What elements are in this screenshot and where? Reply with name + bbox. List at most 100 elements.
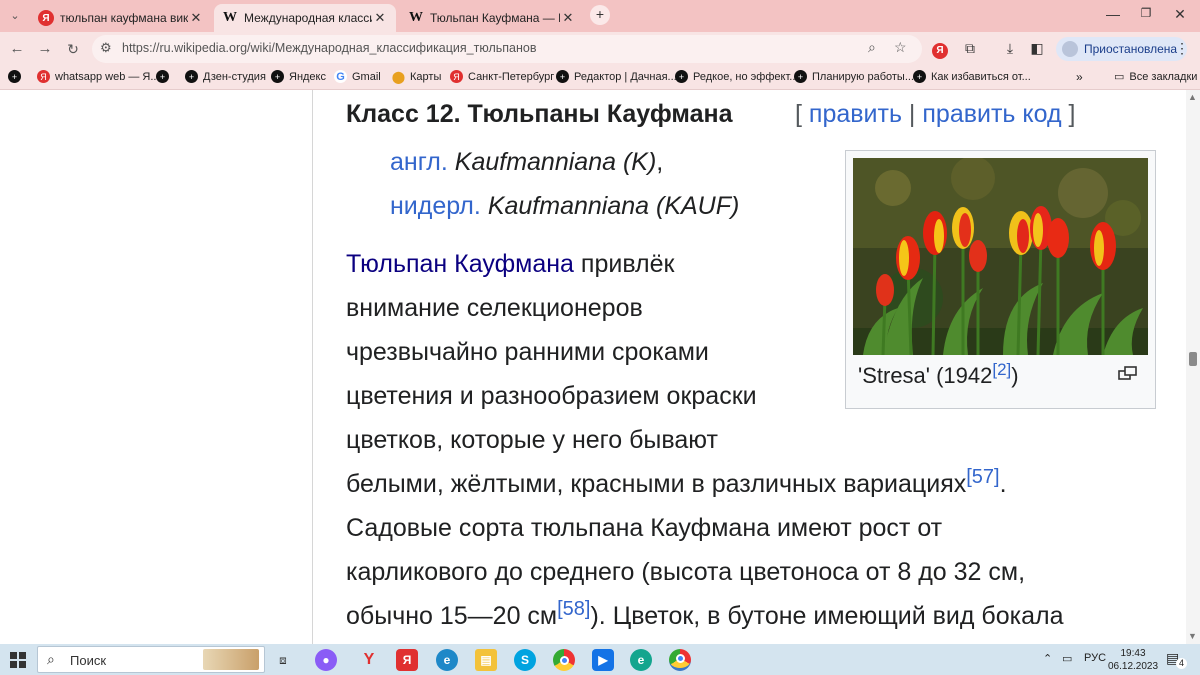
bookmark-maps[interactable]: ⬤ Карты bbox=[391, 69, 442, 84]
yandex-extension-icon[interactable]: Я bbox=[932, 43, 948, 59]
paragraph-line: обычно 15—20 см[58]). Цветок, в бутоне и… bbox=[346, 598, 1064, 630]
reference-link[interactable]: [57] bbox=[966, 466, 999, 488]
scroll-down-icon[interactable]: ▼ bbox=[1188, 631, 1197, 641]
map-pin-icon: ⬤ bbox=[391, 69, 406, 84]
section-heading: Класс 12. Тюльпаны Кауфмана bbox=[346, 100, 733, 128]
tray-expand-icon[interactable]: ⌃ bbox=[1043, 652, 1052, 665]
skype-icon[interactable]: S bbox=[514, 649, 536, 671]
edge-icon[interactable]: e bbox=[436, 649, 458, 671]
bookmark-rare-effective[interactable]: + Редкое, но эффект... bbox=[675, 70, 798, 83]
yandex-icon: Я bbox=[450, 70, 463, 83]
notifications-icon[interactable]: ▤ 4 bbox=[1166, 650, 1187, 669]
edit-link[interactable]: править bbox=[809, 100, 902, 128]
video-app-icon[interactable]: ▶ bbox=[592, 649, 614, 671]
bookmark-gmail[interactable]: G Gmail bbox=[334, 70, 381, 83]
all-bookmarks-button[interactable]: ▭ Все закладки bbox=[1114, 70, 1197, 84]
sidebar-divider bbox=[312, 90, 313, 644]
reference-link[interactable]: [58] bbox=[557, 598, 590, 620]
search-highlight-image bbox=[203, 649, 259, 670]
downloads-icon[interactable]: ⤓ bbox=[1000, 40, 1020, 57]
browser-toolbar: ← → ↻ ⚙ https://ru.wikipedia.org/wiki/Ме… bbox=[0, 32, 1200, 66]
tab-intl-classification[interactable]: W Международная классификация ✕ bbox=[214, 4, 396, 32]
bookmark-blank[interactable]: + bbox=[156, 70, 174, 83]
close-tab-icon[interactable]: ✕ bbox=[372, 10, 388, 26]
bookmark-get-rid[interactable]: + Как избавиться от... bbox=[913, 70, 1031, 83]
page-scrollbar[interactable]: ▲ ▼ bbox=[1186, 90, 1200, 644]
paragraph-line: Садовые сорта тюльпана Кауфмана имеют ро… bbox=[346, 514, 943, 542]
profile-button[interactable]: Приостановлена bbox=[1056, 37, 1188, 61]
folder-icon: ▭ bbox=[1114, 71, 1125, 83]
paragraph-line: внимание селекционеров bbox=[346, 294, 643, 322]
back-icon[interactable]: ← bbox=[6, 38, 28, 60]
chrome-icon[interactable] bbox=[553, 649, 575, 671]
bookmark-star-icon[interactable]: ☆ bbox=[894, 39, 907, 56]
forward-icon[interactable]: → bbox=[34, 38, 56, 60]
scroll-up-icon[interactable]: ▲ bbox=[1188, 92, 1197, 102]
close-tab-icon[interactable]: ✕ bbox=[560, 10, 576, 26]
bookmarks-overflow-icon[interactable]: » bbox=[1076, 70, 1083, 84]
windows-start-icon[interactable] bbox=[10, 652, 26, 668]
system-clock[interactable]: 19:43 06.12.2023 bbox=[1108, 647, 1158, 673]
alice-icon[interactable]: ● bbox=[315, 649, 337, 671]
tab-search-chevron-icon[interactable]: ⌄ bbox=[4, 5, 26, 27]
scrollbar-thumb[interactable] bbox=[1189, 352, 1197, 366]
extensions-icon[interactable]: ⧉ bbox=[960, 40, 980, 57]
tab-yandex-search[interactable]: Я тюльпан кауфмана википедия ✕ bbox=[30, 4, 212, 32]
plus-circle-icon: + bbox=[185, 70, 198, 83]
task-view-icon[interactable]: ⧈ bbox=[272, 649, 294, 671]
lang-label[interactable]: нидерл. bbox=[390, 192, 481, 220]
lang-label[interactable]: англ. bbox=[390, 148, 448, 176]
bookmark-plan-works[interactable]: + Планирую работы... bbox=[794, 70, 914, 83]
figure-caption: 'Stresa' (1942[2]) bbox=[858, 360, 1019, 388]
chrome-active-icon[interactable] bbox=[669, 649, 691, 671]
restore-icon[interactable]: ❐ bbox=[1136, 6, 1156, 20]
paragraph-line: Тюльпан Кауфмана привлёк bbox=[346, 250, 675, 278]
edit-source-link[interactable]: править код bbox=[922, 100, 1061, 128]
bookmarks-bar: + Яwhatsapp web — Я... + + Дзен-студия + Я… bbox=[0, 66, 1200, 90]
window-close-icon[interactable]: ✕ bbox=[1170, 6, 1190, 23]
enlarge-icon[interactable] bbox=[1118, 365, 1138, 381]
paragraph-line: цветков, которые у него бывают bbox=[346, 426, 718, 454]
site-settings-icon[interactable]: ⚙ bbox=[100, 40, 112, 56]
close-tab-icon[interactable]: ✕ bbox=[188, 10, 204, 26]
yandex-icon: Я bbox=[38, 10, 54, 26]
reference-link[interactable]: [2] bbox=[992, 360, 1011, 379]
paragraph-line: чрезвычайно ранними сроками bbox=[346, 338, 709, 366]
bookmark-dzen-studio[interactable]: + Дзен-студия bbox=[185, 70, 266, 83]
zoom-icon[interactable]: ⌕ bbox=[868, 39, 876, 56]
alt-name-english: англ. Kaufmanniana (K), bbox=[390, 148, 664, 176]
minimize-icon[interactable]: — bbox=[1103, 6, 1123, 22]
side-panel-icon[interactable]: ◧ bbox=[1027, 40, 1047, 57]
url-text[interactable]: https://ru.wikipedia.org/wiki/Международ… bbox=[122, 41, 536, 55]
yandex-browser-icon[interactable]: Y bbox=[358, 649, 380, 671]
bookmark-spb[interactable]: Я Санкт-Петербург bbox=[450, 70, 554, 83]
new-tab-button[interactable]: + bbox=[590, 5, 610, 25]
tab-kaufmann-tulip[interactable]: W Тюльпан Кауфмана — Википедия ✕ bbox=[400, 4, 584, 32]
avatar bbox=[1062, 41, 1078, 57]
input-language[interactable]: РУС bbox=[1084, 652, 1106, 664]
file-explorer-icon[interactable]: ▤ bbox=[475, 649, 497, 671]
bookmark-yandex[interactable]: + Яндекс bbox=[271, 70, 326, 83]
tulip-photo[interactable] bbox=[853, 158, 1148, 355]
google-icon: G bbox=[334, 70, 347, 83]
e-app-icon[interactable]: e bbox=[630, 649, 652, 671]
paragraph-line: карликового до среднего (высота цветонос… bbox=[346, 558, 1026, 586]
taskbar-search[interactable]: ⌕ Поиск bbox=[37, 646, 265, 673]
bookmark-editor-dacha[interactable]: + Редактор | Дачная... bbox=[556, 70, 677, 83]
paragraph-line: цветения и разнообразием окраски bbox=[346, 382, 757, 410]
yandex-app-icon[interactable]: Я bbox=[396, 649, 418, 671]
menu-dots-icon[interactable]: ⋮ bbox=[1172, 40, 1192, 57]
paragraph-line: белыми, жёлтыми, красными в различных ва… bbox=[346, 466, 1007, 498]
tulip-kaufmann-link[interactable]: Тюльпан Кауфмана bbox=[346, 250, 574, 278]
plus-circle-icon: + bbox=[156, 70, 169, 83]
address-bar[interactable]: ⚙ https://ru.wikipedia.org/wiki/Междунар… bbox=[92, 35, 922, 63]
search-icon: ⌕ bbox=[47, 651, 55, 667]
reload-icon[interactable]: ↻ bbox=[62, 38, 84, 60]
bookmark-add-icon[interactable]: + bbox=[8, 70, 26, 83]
bookmark-whatsapp[interactable]: Яwhatsapp web — Я... bbox=[37, 70, 160, 83]
yandex-icon: Я bbox=[37, 70, 50, 83]
plus-circle-icon: + bbox=[794, 70, 807, 83]
figure-thumbnail: 'Stresa' (1942[2]) bbox=[845, 150, 1156, 409]
plus-circle-icon: + bbox=[556, 70, 569, 83]
network-icon[interactable]: ▭ bbox=[1062, 652, 1072, 665]
